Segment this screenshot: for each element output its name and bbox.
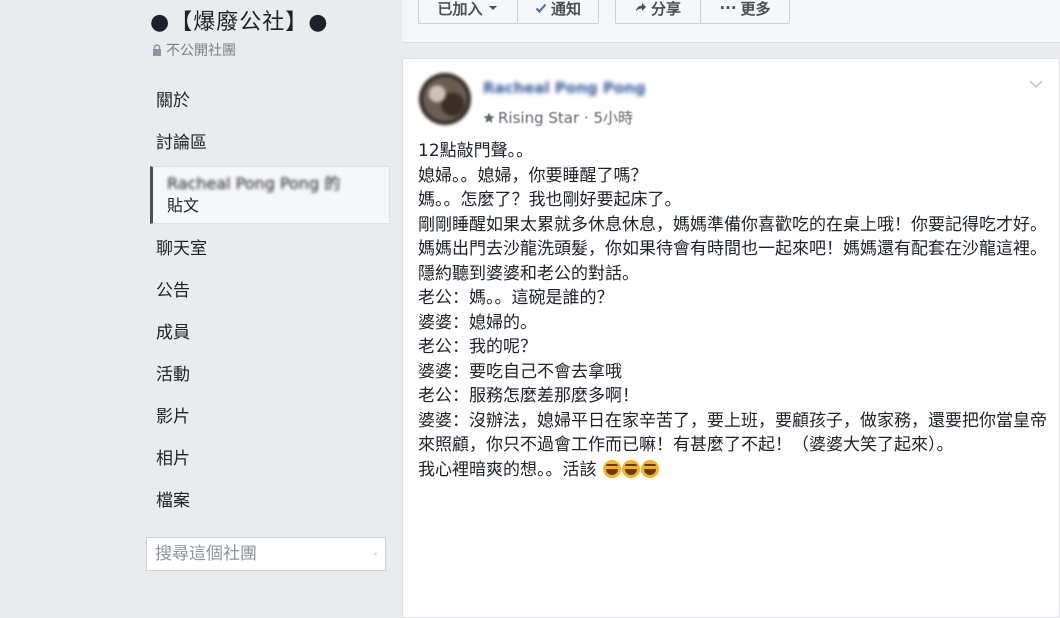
nav-item-photos[interactable]: 相片 [150,438,390,480]
more-dots-icon: ··· [719,0,737,17]
post-line: 媽媽出門去沙龍洗頭髮，你如果待會有時間也一起來吧！媽媽還有配套在沙龍這裡。 [418,239,1047,259]
notify-label: 通知 [550,0,581,18]
check-icon [535,3,547,13]
notify-button[interactable]: 通知 [517,0,599,24]
group-search [146,537,386,571]
group-nav: 關於 討論區 Racheal Pong Pong 的 貼文 聊天室 公告 成員 … [150,80,390,522]
lock-icon [153,44,161,56]
post-line: 媽。。怎麼了？我也剛好要起床了。 [418,190,682,210]
post-line: 婆婆：要吃自己不會去拿哦 [418,361,622,382]
joined-label: 已加入 [437,0,483,18]
nav-item-member-posts[interactable]: Racheal Pong Pong 的 貼文 [150,166,390,224]
member-posts-label-line1: Racheal Pong Pong 的 [167,174,341,193]
more-label: 更多 [740,0,771,18]
laughing-emoji-icon [621,459,640,478]
post-card: Racheal Pong Pong Rising Star · 5小時 12點敲… [402,58,1060,618]
post-line: 老公：我的呢？ [418,337,537,357]
post-author[interactable]: Racheal Pong Pong [483,79,646,97]
post-line: 隱約聽到婆婆和老公的對話。 [418,263,639,284]
group-title[interactable]: ●【爆廢公社】● [150,4,328,36]
post-badge[interactable]: Rising Star [498,109,579,127]
post-line: 剛剛睡醒如果太累就多休息休息，媽媽準備你喜歡吃的在桌上哦！你要記得吃才好。 [418,214,1047,235]
share-arrow-icon [635,3,646,12]
member-posts-label-line2: 貼文 [167,196,200,215]
star-badge-icon [483,112,495,123]
nav-item-videos[interactable]: 影片 [150,396,390,438]
laughing-emoji-icon [602,459,621,478]
nav-item-files[interactable]: 檔案 [150,480,390,522]
post-time[interactable]: 5小時 [593,109,633,127]
group-action-bar: 已加入 通知 分享 ··· 更多 [402,0,1060,43]
caret-down-icon [488,6,497,10]
nav-item-discussion[interactable]: 討論區 [150,122,390,164]
post-last-line-text: 我心裡暗爽的想。。活該 [418,459,597,480]
nav-item-members[interactable]: 成員 [150,312,390,354]
post-line: 12點敲門聲。。 [418,141,534,161]
privacy-label: 不公開社團 [166,43,236,59]
post-meta: Rising Star · 5小時 [483,107,633,128]
share-button[interactable]: 分享 [615,0,701,24]
joined-button[interactable]: 已加入 [418,0,518,24]
post-body: 12點敲門聲。。 媳婦。。媳婦，你要睡醒了嗎？ 媽。。怎麼了？我也剛好要起床了。… [418,139,1048,482]
nav-item-about[interactable]: 關於 [150,80,390,122]
group-search-input[interactable] [155,544,374,564]
nav-item-events[interactable]: 活動 [150,354,390,396]
post-line: 婆婆：媳婦的。 [418,312,537,333]
search-icon[interactable] [374,545,377,563]
avatar[interactable] [419,73,471,125]
post-last-line: 我心裡暗爽的想。。活該 [418,458,1048,483]
nav-item-announcements[interactable]: 公告 [150,270,390,312]
group-privacy: 不公開社團 [152,40,236,60]
chevron-down-icon[interactable] [1029,79,1043,89]
post-line: 老公：媽。。這碗是誰的？ [418,288,614,308]
nav-item-chat[interactable]: 聊天室 [150,228,390,270]
share-label: 分享 [650,0,681,18]
post-line: 老公：服務怎麼差那麼多啊！ [418,386,639,406]
post-line: 媳婦。。媳婦，你要睡醒了嗎？ [418,165,648,186]
laughing-emoji-icon [640,459,659,478]
post-line: 婆婆：沒辦法，媳婦平日在家辛苦了，要上班，要顧孩子，做家務，還要把你當皇帝來照顧… [418,410,1047,456]
more-button[interactable]: ··· 更多 [700,0,790,24]
